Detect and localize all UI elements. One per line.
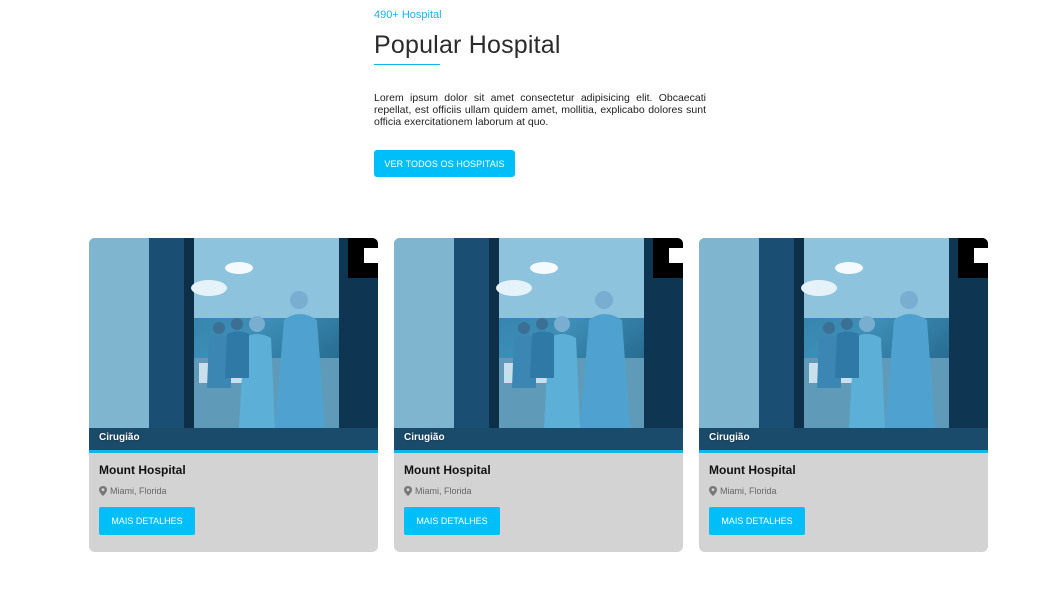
- map-pin-icon: [99, 486, 107, 496]
- hospital-image: Cirugião: [89, 238, 378, 453]
- hospital-image: Cirugião: [699, 238, 988, 453]
- hospital-location: Miami, Florida: [404, 485, 673, 497]
- operating-room-photo: [699, 238, 988, 450]
- hospital-card[interactable]: Cirugião Mount Hospital Miami, Florida M…: [699, 238, 988, 552]
- hospital-name: Mount Hospital: [99, 463, 186, 477]
- hospital-cards: Cirugião Mount Hospital Miami, Florida M…: [89, 238, 989, 552]
- hospital-name: Mount Hospital: [709, 463, 796, 477]
- hospital-name: Mount Hospital: [404, 463, 491, 477]
- map-pin-icon: [709, 486, 717, 496]
- category-label: Cirugião: [99, 432, 140, 443]
- section-header: 490+ Hospital Popular Hospital Lorem ips…: [374, 0, 706, 177]
- category-label: Cirugião: [404, 432, 445, 443]
- image-accent-bar: [699, 450, 988, 453]
- map-pin-icon: [404, 486, 412, 496]
- category-label: Cirugião: [709, 432, 750, 443]
- hospital-card[interactable]: Cirugião Mount Hospital Miami, Florida M…: [394, 238, 683, 552]
- hospital-image: Cirugião: [394, 238, 683, 453]
- location-text: Miami, Florida: [415, 486, 472, 496]
- section-kicker: 490+ Hospital: [374, 9, 442, 21]
- corner-mark: [958, 238, 988, 278]
- hospital-location: Miami, Florida: [99, 485, 368, 497]
- operating-room-photo: [394, 238, 683, 450]
- image-accent-bar: [394, 450, 683, 453]
- location-text: Miami, Florida: [110, 486, 167, 496]
- view-all-hospitals-button[interactable]: VER TODOS OS HOSPITAIS: [374, 150, 515, 177]
- more-details-button[interactable]: MAIS DETALHES: [404, 507, 500, 535]
- hospital-card[interactable]: Cirugião Mount Hospital Miami, Florida M…: [89, 238, 378, 552]
- section-title: Popular Hospital: [374, 31, 561, 59]
- title-underline: [374, 64, 440, 65]
- image-accent-bar: [89, 450, 378, 453]
- corner-mark: [348, 238, 378, 278]
- operating-room-photo: [89, 238, 378, 450]
- location-text: Miami, Florida: [720, 486, 777, 496]
- more-details-button[interactable]: MAIS DETALHES: [99, 507, 195, 535]
- section-description: Lorem ipsum dolor sit amet consectetur a…: [374, 92, 706, 128]
- corner-mark: [653, 238, 683, 278]
- more-details-button[interactable]: MAIS DETALHES: [709, 507, 805, 535]
- hospital-location: Miami, Florida: [709, 485, 978, 497]
